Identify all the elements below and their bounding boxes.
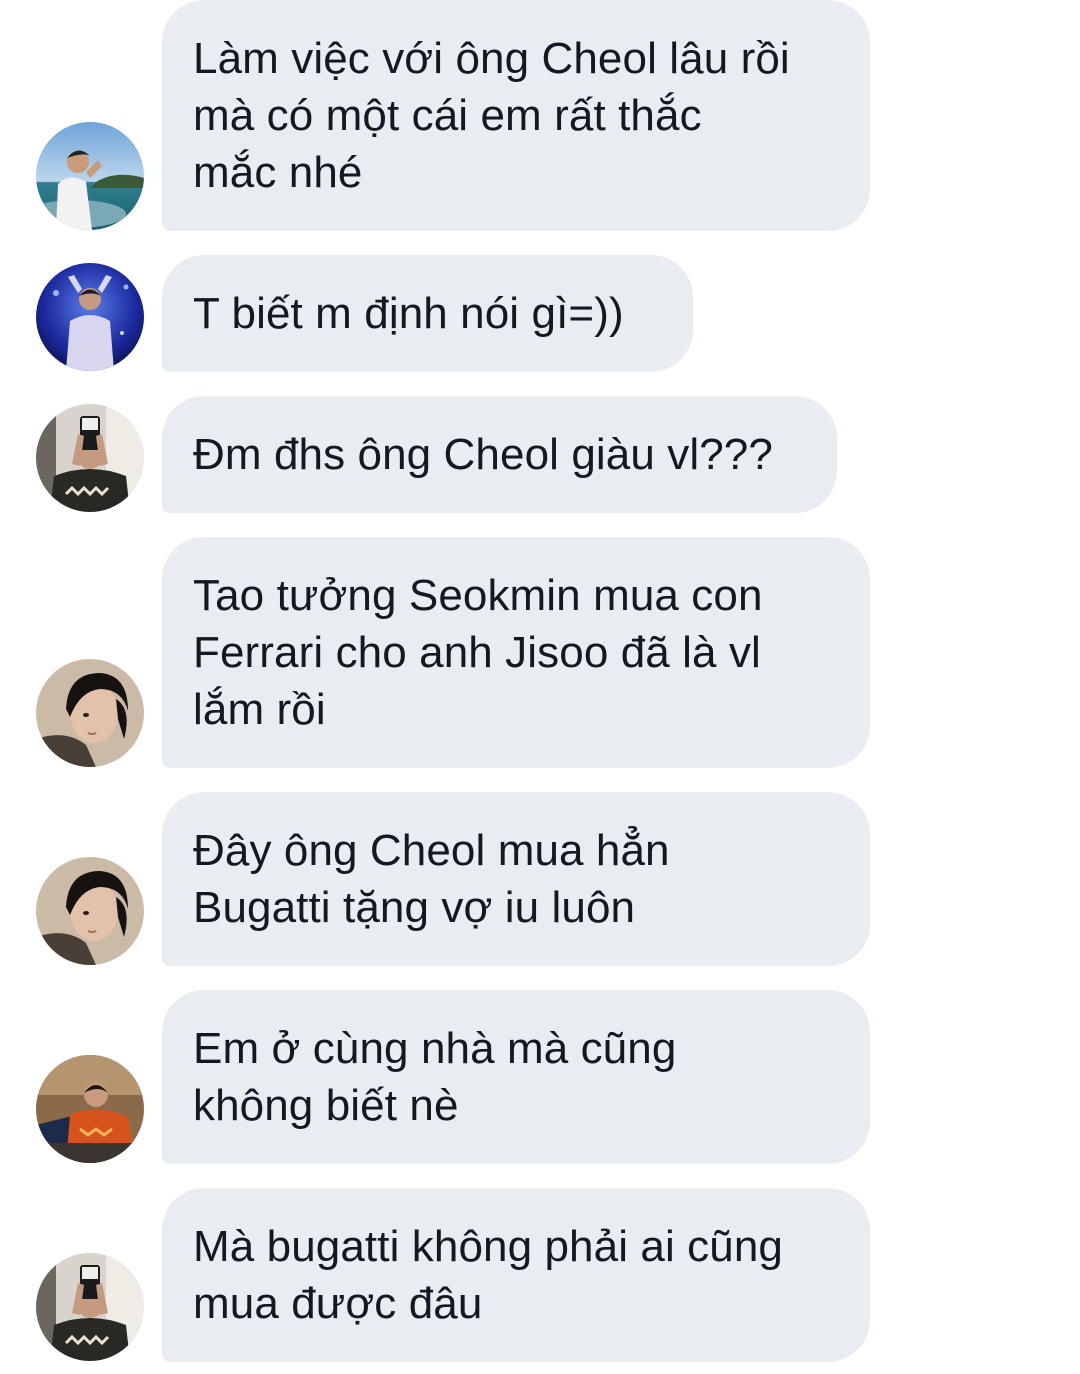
- message-row: Mà bugatti không phải ai cũng mua được đ…: [0, 1188, 1080, 1363]
- avatar[interactable]: [36, 1055, 144, 1163]
- message-bubble[interactable]: Mà bugatti không phải ai cũng mua được đ…: [162, 1188, 870, 1362]
- message-row: Làm việc với ông Cheol lâu rồi mà có một…: [0, 0, 1080, 232]
- message-bubble[interactable]: T biết m định nói gì=)): [162, 255, 693, 372]
- avatar[interactable]: [36, 263, 144, 371]
- message-row: Em ở cùng nhà mà cũng không biết nè: [0, 990, 1080, 1165]
- avatar[interactable]: [36, 1253, 144, 1361]
- avatar-icon: [36, 659, 144, 767]
- message-row: Đây ông Cheol mua hẳn Bugatti tặng vợ iu…: [0, 792, 1080, 967]
- message-row: Tao tưởng Seokmin mua con Ferrari cho an…: [0, 537, 1080, 769]
- avatar[interactable]: [36, 659, 144, 767]
- message-bubble[interactable]: Đm đhs ông Cheol giàu vl???: [162, 396, 837, 513]
- message-row: T biết m định nói gì=)): [0, 255, 1080, 373]
- avatar-icon: [36, 1253, 144, 1361]
- avatar-icon: [36, 1055, 144, 1163]
- avatar-icon: [36, 857, 144, 965]
- message-bubble[interactable]: Tao tưởng Seokmin mua con Ferrari cho an…: [162, 537, 870, 768]
- avatar[interactable]: [36, 404, 144, 512]
- avatar-icon: [36, 404, 144, 512]
- avatar-icon: [36, 122, 144, 230]
- message-row: Đm đhs ông Cheol giàu vl???: [0, 396, 1080, 514]
- avatar[interactable]: [36, 857, 144, 965]
- message-bubble[interactable]: Đây ông Cheol mua hẳn Bugatti tặng vợ iu…: [162, 792, 870, 966]
- message-bubble[interactable]: Em ở cùng nhà mà cũng không biết nè: [162, 990, 870, 1164]
- avatar[interactable]: [36, 122, 144, 230]
- message-bubble[interactable]: Làm việc với ông Cheol lâu rồi mà có một…: [162, 0, 870, 231]
- avatar-icon: [36, 263, 144, 371]
